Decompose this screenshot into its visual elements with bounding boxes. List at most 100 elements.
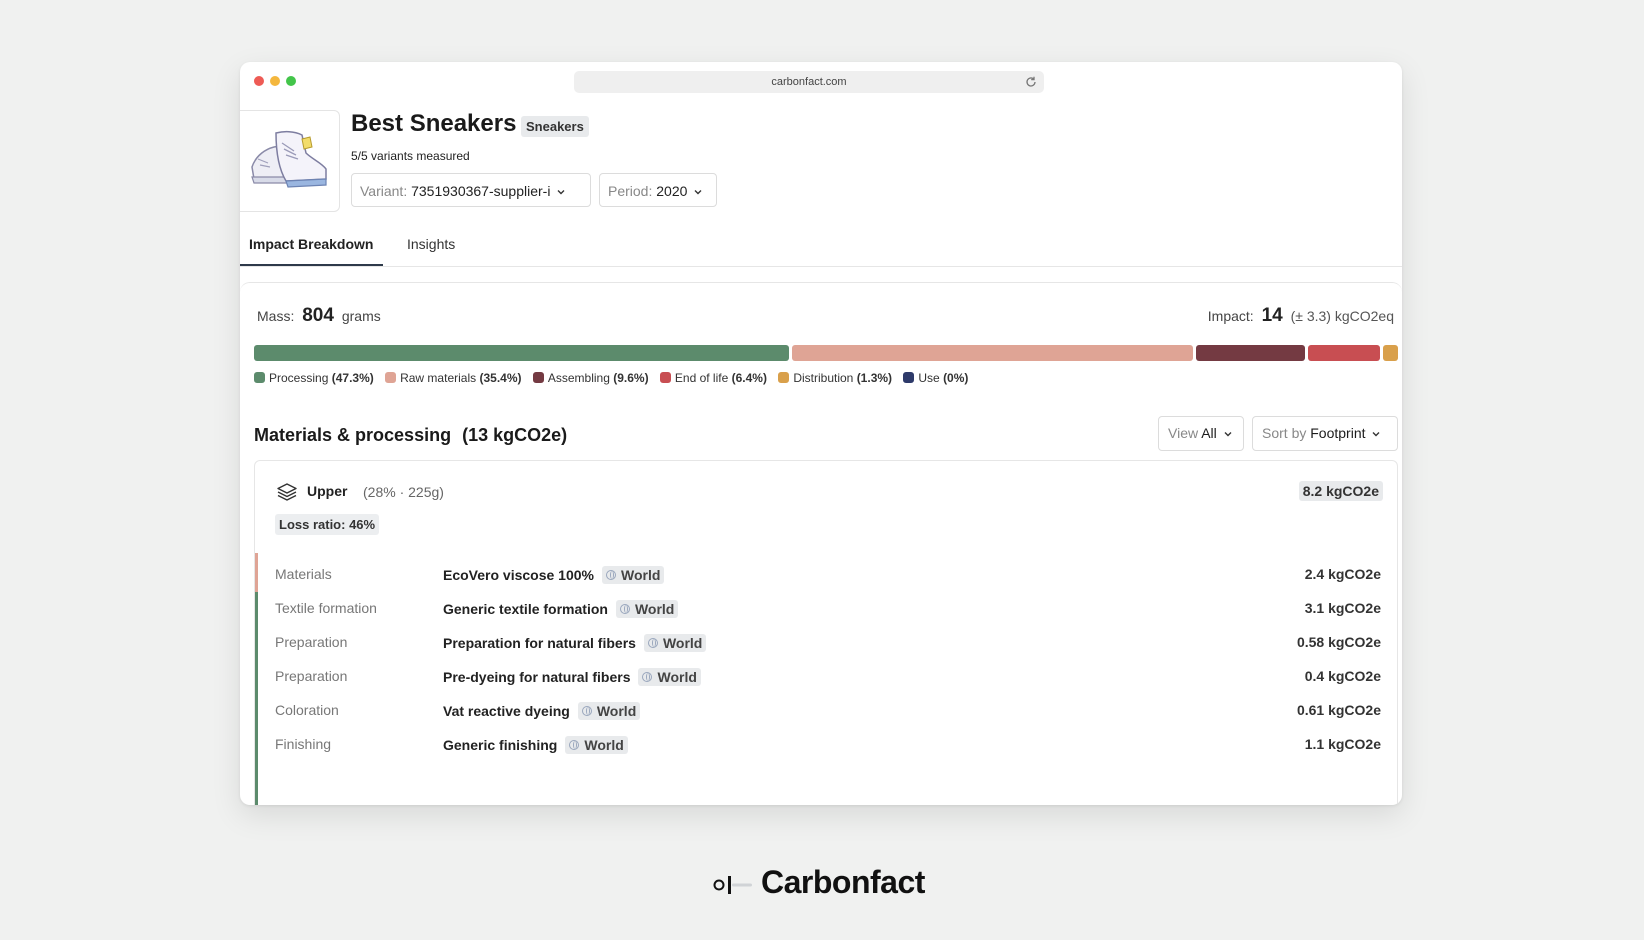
period-select[interactable]: Period: 2020 [599,173,717,207]
bar-segment-assembling[interactable] [1196,345,1305,361]
row-stage: Coloration [275,702,339,718]
location-badge: World [565,736,628,754]
impact-range: (± 3.3) kgCO2eq [1290,308,1394,324]
row-process: Preparation for natural fibers World [443,634,707,652]
process-name: EcoVero viscose 100% [443,567,594,583]
legend-pct: (9.6%) [613,371,649,385]
globe-icon [581,706,592,716]
row-process: Pre-dyeing for natural fibers World [443,668,701,686]
view-value: All [1201,425,1217,441]
period-select-value: 2020 [656,183,688,199]
legend-swatch [385,372,397,383]
impact-breakdown-bar [254,345,1398,361]
row-value: 0.58 kgCO2e [1296,634,1381,650]
component-card[interactable]: Upper (28% · 225g) 8.2 kgCO2e Loss ratio… [254,460,1398,805]
legend-label: Processing [269,371,329,385]
location-text: World [657,669,697,685]
row-stage: Textile formation [275,600,377,616]
sort-label: Sort by [1262,425,1307,441]
section-total: (13 kgCO2e) [462,425,568,445]
globe-icon [647,638,658,648]
impact-panel: Mass: 804 grams Impact: 14 (± 3.3) kgCO2… [240,282,1402,805]
row-stage: Materials [275,566,332,582]
legend-swatch [778,372,790,383]
component-total: 8.2 kgCO2e [1298,481,1383,501]
section-title-text: Materials & processing [254,425,452,445]
period-select-label: Period: [608,183,653,199]
close-window-icon[interactable] [254,76,264,86]
legend-item-processing: Processing (47.3%) [254,371,374,385]
location-text: World [621,567,661,583]
table-row[interactable]: Textile formation Generic textile format… [255,592,1399,626]
legend-label: Assembling [547,371,610,385]
product-title: Best Sneakers [351,110,517,137]
view-filter-select[interactable]: View All [1158,416,1244,451]
breakdown-legend: Processing (47.3%) Raw materials (35.4%)… [254,371,976,385]
legend-item-distribution: Distribution (1.3%) [778,371,892,385]
legend-item-end-of-life: End of life (6.4%) [659,371,767,385]
product-image [240,110,340,212]
location-text: World [662,635,703,651]
bar-segment-processing[interactable] [254,345,790,361]
variant-select[interactable]: Variant: 7351930367-supplier-i [351,173,591,207]
row-process: Generic finishing World [443,736,628,754]
sort-select[interactable]: Sort by Footprint [1252,416,1398,451]
location-badge: World [643,634,707,652]
tab-bar: Impact Breakdown Insights [240,232,1402,267]
browser-window: carbonfact.com Best Sneakers Sneakers 5/… [240,62,1402,805]
legend-pct: (47.3%) [331,371,374,385]
reload-icon[interactable] [1024,75,1038,89]
sort-value: Footprint [1310,425,1366,441]
variant-select-value: 7351930367-supplier-i [411,183,551,199]
layers-icon [277,483,297,501]
legend-swatch [254,372,265,383]
legend-pct: (35.4%) [479,371,522,385]
row-value: 2.4 kgCO2e [1304,566,1381,582]
table-row[interactable]: Coloration Vat reactive dyeing World 0.61… [255,694,1399,728]
globe-icon [642,672,653,682]
table-row[interactable]: Preparation Preparation for natural fibe… [255,626,1399,660]
chevron-down-icon [694,190,702,195]
table-row[interactable]: Materials EcoVero viscose 100% World 2.4 … [255,558,1399,592]
bar-segment-end-of-life[interactable] [1307,345,1381,361]
row-value: 0.61 kgCO2e [1296,702,1381,718]
chevron-down-icon [1372,432,1380,437]
address-bar[interactable]: carbonfact.com [574,71,1044,93]
process-name: Generic finishing [443,737,558,753]
row-process: Generic textile formation World [443,600,679,618]
process-name: Pre-dyeing for natural fibers [443,669,631,685]
table-row[interactable]: Preparation Pre-dyeing for natural fiber… [255,660,1399,694]
row-stage: Finishing [275,736,332,752]
chevron-down-icon [557,190,565,195]
mass-summary: Mass: 804 grams [257,305,381,327]
process-name: Generic textile formation [443,601,608,617]
table-row[interactable]: Finishing Generic finishing World 1.1 kgC… [255,728,1399,762]
mass-value: 804 [302,305,334,326]
legend-item-raw-materials: Raw materials (35.4%) [385,371,522,385]
globe-icon [606,570,616,580]
tab-impact-breakdown[interactable]: Impact Breakdown [249,232,373,266]
brand-name: Carbonfact [761,864,925,900]
legend-item-assembling: Assembling (9.6%) [532,371,649,385]
impact-label: Impact: [1207,308,1254,324]
location-badge: World [602,566,665,584]
location-badge: World [638,668,701,686]
impact-summary: Impact: 14 (± 3.3) kgCO2eq [1208,305,1394,327]
legend-label: End of life [674,371,729,385]
bar-segment-distribution[interactable] [1383,345,1398,361]
legend-label: Use [918,371,940,385]
minimize-window-icon[interactable] [270,76,280,86]
bar-segment-raw-materials[interactable] [792,345,1194,361]
row-process: EcoVero viscose 100% World [443,566,665,584]
sneaker-image [251,130,327,188]
row-value: 3.1 kgCO2e [1304,600,1381,616]
impact-value: 14 [1261,305,1283,326]
row-process: Vat reactive dyeing World [443,702,641,720]
tab-insights[interactable]: Insights [407,232,455,266]
legend-label: Distribution [793,371,854,385]
maximize-window-icon[interactable] [286,76,296,86]
variants-measured: 5/5 variants measured [351,149,470,163]
component-meta: (28% · 225g) [363,484,444,500]
process-name: Preparation for natural fibers [443,635,636,651]
legend-swatch [532,372,544,383]
